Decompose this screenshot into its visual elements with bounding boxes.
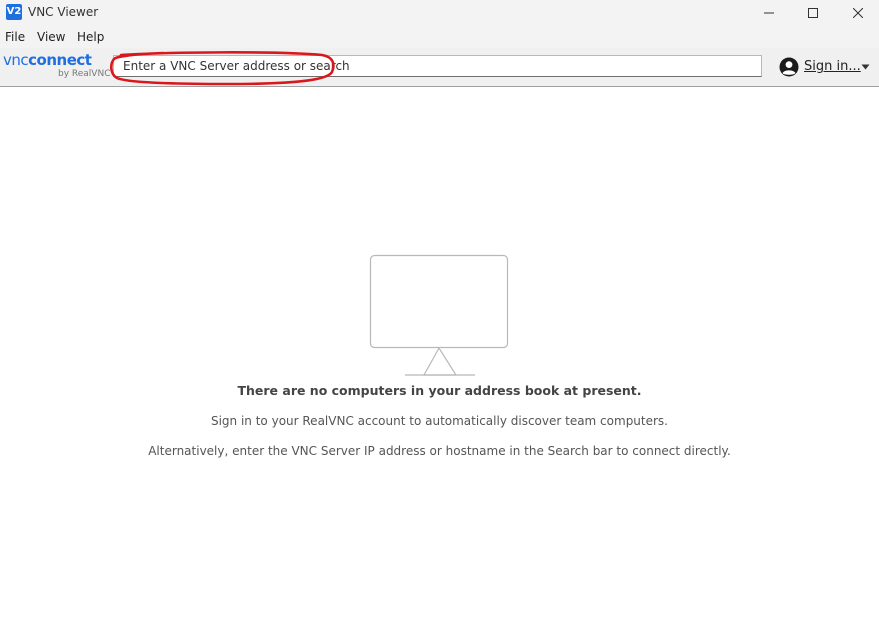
toolbar: vncconnect by RealVNC Sign in... (0, 48, 879, 87)
menu-file[interactable]: File (5, 30, 25, 44)
brand-wordmark: vncconnect (3, 51, 92, 69)
menu-help[interactable]: Help (77, 30, 104, 44)
brand-byline: by RealVNC (58, 69, 111, 79)
caret-down-icon[interactable] (861, 63, 870, 71)
menu-bar: File View Help (0, 26, 879, 48)
vnc-connect-logo: vncconnect by RealVNC (3, 51, 111, 83)
vnc-viewer-window: V2 VNC Viewer File View Help vncconnect (0, 0, 879, 628)
empty-state-search-hint: Alternatively, enter the VNC Server IP a… (148, 444, 731, 458)
sign-in-label[interactable]: Sign in... (804, 59, 861, 74)
search-box[interactable] (113, 55, 762, 77)
close-button[interactable] (835, 0, 879, 26)
empty-state-title: There are no computers in your address b… (237, 383, 642, 398)
maximize-button[interactable] (790, 0, 836, 26)
user-avatar-icon (779, 57, 799, 77)
window-title: VNC Viewer (28, 5, 99, 19)
brand-connect: connect (28, 51, 92, 69)
minimize-icon (764, 12, 774, 14)
close-icon (853, 8, 863, 18)
search-input[interactable] (114, 56, 761, 76)
menu-view[interactable]: View (37, 30, 65, 44)
minimize-button[interactable] (746, 0, 792, 26)
app-icon: V2 (6, 4, 22, 20)
monitor-icon (369, 254, 509, 376)
title-bar: V2 VNC Viewer (0, 0, 879, 26)
empty-state-signin-hint: Sign in to your RealVNC account to autom… (210, 414, 668, 428)
sign-in-button[interactable]: Sign in... (779, 54, 875, 80)
maximize-icon (808, 8, 818, 18)
brand-vnc: vnc (3, 51, 29, 69)
